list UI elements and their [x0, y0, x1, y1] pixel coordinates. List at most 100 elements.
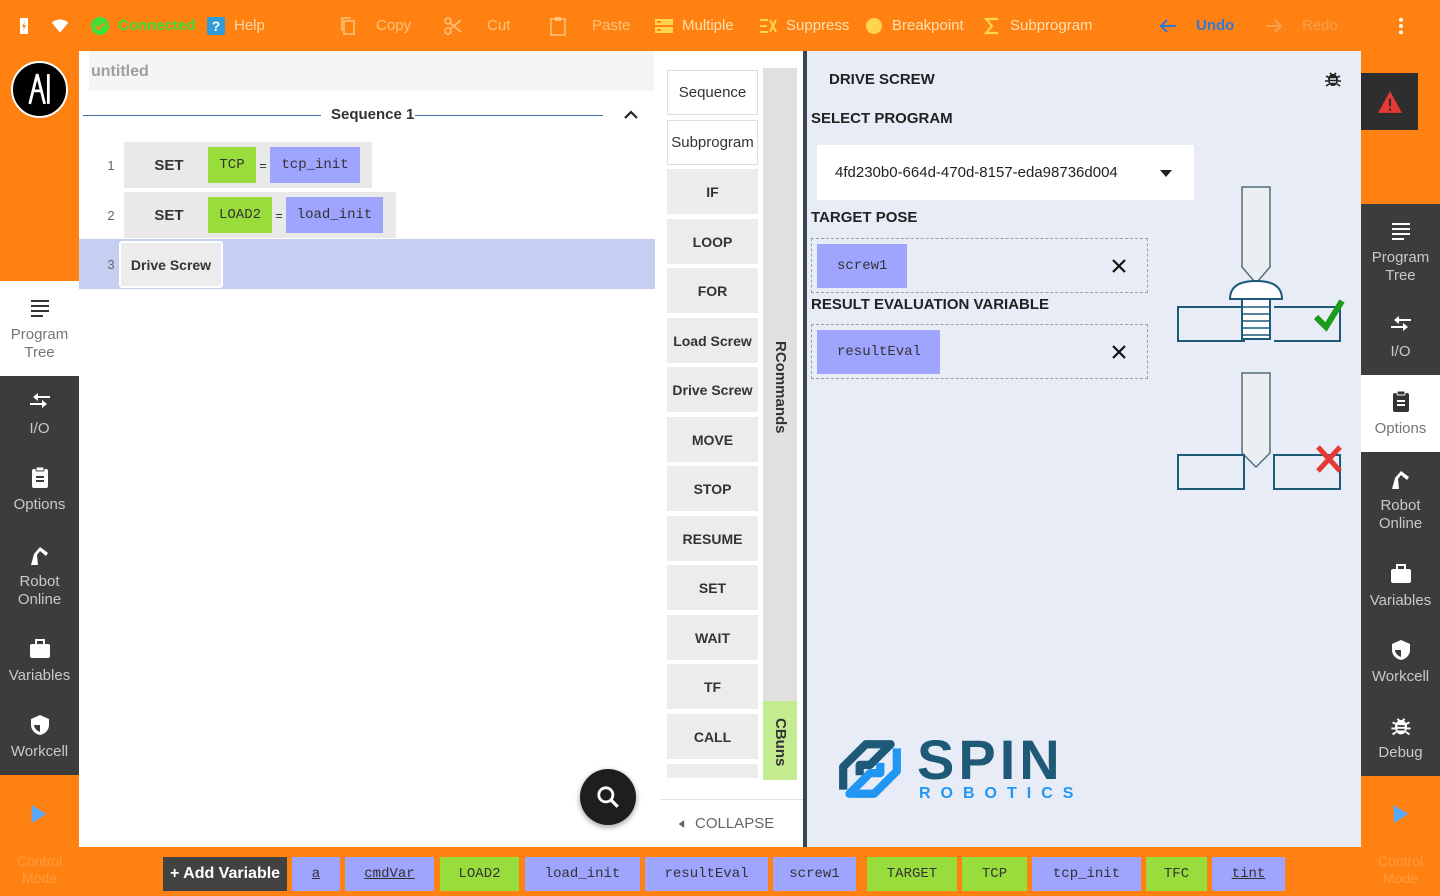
- logo-icon: [28, 73, 50, 105]
- set-block[interactable]: SET LOAD2 = load_init: [124, 192, 396, 238]
- screw-failure-illustration: [1177, 372, 1342, 490]
- connection-status[interactable]: Connected: [90, 0, 196, 51]
- variable-chip-cmdvar[interactable]: cmdVar: [345, 857, 434, 891]
- left-nav-io[interactable]: I/O: [0, 376, 79, 452]
- bug-icon[interactable]: [1323, 69, 1343, 94]
- clipboard-icon: [31, 466, 48, 488]
- connection-status-label: Connected: [118, 17, 196, 34]
- program-select[interactable]: 4fd230b0-664d-470d-8157-eda98736d004: [817, 145, 1194, 200]
- set-block[interactable]: SET TCP = tcp_init: [124, 142, 372, 188]
- select-program-label: SELECT PROGRAM: [811, 110, 953, 127]
- variable-chip-tcp_init[interactable]: tcp_init: [1032, 857, 1141, 891]
- nav-label: Debug: [1378, 744, 1423, 761]
- result-variable-chip[interactable]: resultEval: [817, 330, 940, 374]
- sequence-title[interactable]: Sequence 1: [331, 106, 414, 123]
- variable-chip-tcp[interactable]: TCP: [962, 857, 1027, 891]
- variable-chip-tfc[interactable]: TFC: [1146, 857, 1207, 891]
- search-button[interactable]: [580, 769, 636, 825]
- program-line[interactable]: 1 SET TCP = tcp_init: [79, 140, 661, 190]
- command-keyword: SET: [154, 156, 184, 174]
- variable-chip-screw1[interactable]: screw1: [773, 857, 856, 891]
- right-nav-robot-online[interactable]: Robot Online: [1361, 452, 1440, 547]
- close-icon[interactable]: [1109, 342, 1129, 362]
- left-nav-variables[interactable]: Variables: [0, 623, 79, 699]
- variable-chip-load2[interactable]: LOAD2: [440, 857, 519, 891]
- right-nav-workcell[interactable]: Workcell: [1361, 624, 1440, 700]
- program-line-selected[interactable]: 3 Drive Screw: [79, 239, 655, 289]
- brand-tagline: ROBOTICS: [919, 785, 1084, 802]
- help-button[interactable]: ? Help: [206, 0, 265, 51]
- right-nav-io[interactable]: I/O: [1361, 299, 1440, 375]
- left-nav-program-tree[interactable]: Program Tree: [0, 281, 79, 376]
- right-sidebar: Program Tree I/O Options Robot Online Va…: [1361, 51, 1440, 896]
- variable-chip-target[interactable]: TARGET: [867, 857, 957, 891]
- target-pose-chip[interactable]: screw1: [817, 244, 907, 288]
- command-call[interactable]: CALL: [667, 714, 758, 759]
- warning-icon: [1377, 90, 1402, 113]
- variable-chip-resulteval[interactable]: resultEval: [645, 857, 768, 891]
- command-for[interactable]: FOR: [667, 268, 758, 313]
- suppress-icon: [760, 18, 777, 33]
- result-variable-dropzone[interactable]: resultEval: [811, 324, 1148, 379]
- right-nav-program-tree[interactable]: Program Tree: [1361, 204, 1440, 299]
- right-nav-debug[interactable]: Debug: [1361, 700, 1440, 776]
- io-icon: [29, 393, 50, 408]
- control-mode-play-icon[interactable]: [30, 803, 48, 830]
- command-if[interactable]: IF: [667, 169, 758, 214]
- collapse-button[interactable]: COLLAPSE: [677, 815, 774, 832]
- more-menu-button[interactable]: [1392, 0, 1410, 51]
- left-nav-options[interactable]: Options: [0, 452, 79, 528]
- variable-chip-load_init[interactable]: load_init: [525, 857, 640, 891]
- chevron-up-icon[interactable]: [623, 107, 639, 128]
- variable-chip[interactable]: TCP: [208, 147, 256, 183]
- multiple-button[interactable]: Multiple: [654, 0, 734, 51]
- command-load-screw[interactable]: Load Screw: [667, 318, 758, 363]
- right-nav-options[interactable]: Options: [1361, 375, 1440, 452]
- command-wait[interactable]: WAIT: [667, 615, 758, 660]
- variable-chip-tint[interactable]: tint: [1212, 857, 1285, 891]
- breakpoint-button[interactable]: Breakpoint: [864, 0, 964, 51]
- copy-button[interactable]: Copy: [338, 0, 411, 51]
- left-nav-workcell[interactable]: Workcell: [0, 699, 79, 775]
- add-variable-button[interactable]: + Add Variable: [163, 857, 287, 891]
- program-tree-icon: [1391, 222, 1410, 240]
- redo-label: Redo: [1302, 17, 1338, 34]
- program-title[interactable]: untitled: [89, 51, 654, 91]
- warning-button[interactable]: [1361, 73, 1418, 130]
- drive-screw-block[interactable]: Drive Screw: [119, 241, 223, 288]
- redo-button[interactable]: Redo: [1264, 0, 1338, 51]
- command-stop[interactable]: STOP: [667, 466, 758, 511]
- program-line[interactable]: 2 SET LOAD2 = load_init: [79, 190, 661, 240]
- control-mode-play-icon[interactable]: [1392, 803, 1410, 830]
- target-pose-dropzone[interactable]: screw1: [811, 238, 1148, 293]
- undo-button[interactable]: Undo: [1158, 0, 1234, 51]
- command-move[interactable]: MOVE: [667, 417, 758, 462]
- subprogram-button[interactable]: Subprogram: [982, 0, 1093, 51]
- close-icon[interactable]: [1109, 256, 1129, 276]
- value-chip[interactable]: tcp_init: [270, 147, 360, 183]
- variable-chip[interactable]: LOAD2: [208, 197, 272, 233]
- avatar[interactable]: [11, 61, 68, 118]
- command-drive-screw[interactable]: Drive Screw: [667, 367, 758, 412]
- right-nav-variables[interactable]: Variables: [1361, 547, 1440, 624]
- search-icon: [597, 786, 619, 808]
- paste-button[interactable]: Paste: [548, 0, 630, 51]
- command-set[interactable]: SET: [667, 565, 758, 610]
- suppress-button[interactable]: Suppress: [758, 0, 849, 51]
- left-nav-robot-online[interactable]: Robot Online: [0, 528, 79, 623]
- command-loop[interactable]: LOOP: [667, 219, 758, 264]
- dropdown-arrow-icon: [1160, 170, 1172, 177]
- command-resume[interactable]: RESUME: [667, 516, 758, 561]
- variable-chip-a[interactable]: a: [292, 857, 340, 891]
- detail-title: DRIVE SCREW: [829, 71, 935, 88]
- sequence-divider-left: [83, 115, 321, 116]
- cut-label: Cut: [487, 17, 511, 34]
- command-tf[interactable]: TF: [667, 664, 758, 709]
- command-sequence[interactable]: Sequence: [667, 70, 758, 115]
- value-chip[interactable]: load_init: [286, 197, 383, 233]
- shield-icon: [1391, 640, 1410, 660]
- check-circle-icon: [91, 16, 109, 35]
- cut-button[interactable]: Cut: [443, 0, 510, 51]
- battery-icon: [14, 0, 34, 51]
- command-subprogram[interactable]: Subprogram: [667, 120, 758, 165]
